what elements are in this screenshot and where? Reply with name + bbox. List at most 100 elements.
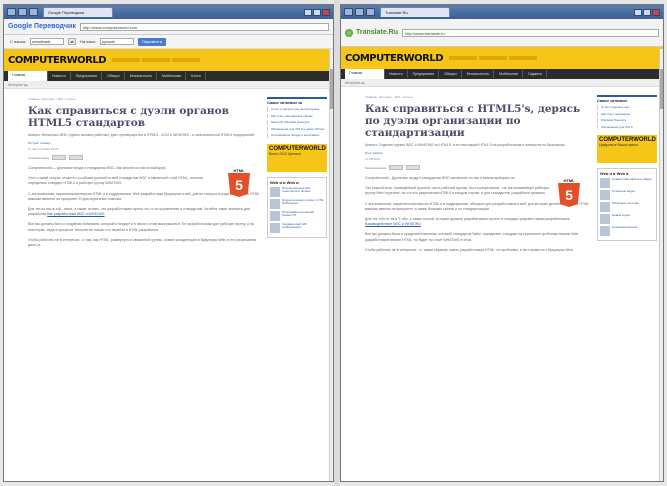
maximize-icon[interactable] <box>313 8 321 16</box>
article-headline: Как справиться с дуэли органов HTML5 ста… <box>28 105 229 129</box>
scrollbar[interactable] <box>329 49 333 481</box>
list-item[interactable]: Отчет о кризисе цен <box>597 105 657 110</box>
reload-icon[interactable] <box>366 8 375 16</box>
nav-item[interactable]: Обзоры <box>440 70 462 78</box>
list-item[interactable]: Сертификаты Google и контрмеры <box>267 133 327 138</box>
share-button[interactable] <box>51 155 66 160</box>
site-nav: Главная Новости Предприятия Обзоры Безоп… <box>4 71 333 81</box>
list-item[interactable]: Новые курсы <box>600 213 654 224</box>
minimize-icon[interactable] <box>304 8 312 16</box>
list-item[interactable]: Обновление для iOS 6 и новых iPhone <box>267 126 327 131</box>
breadcrumb[interactable]: Главная › Интернет › Веб › Статьи <box>28 97 261 101</box>
nav-item[interactable]: Блоги <box>187 72 206 80</box>
sub-nav[interactable]: Интернет ▸▸ <box>341 79 663 87</box>
html5-shield-icon: 5 <box>228 173 250 197</box>
left-titlebar: Google Переводчик <box>4 5 333 19</box>
article-byline[interactable]: Грегг Кейзер <box>365 151 591 155</box>
header-links <box>449 56 537 60</box>
breadcrumb[interactable]: Главная › Интернет › Веб › Статьи <box>365 95 591 99</box>
right-sidebar: Самые читаемые Отчет о кризисе цен Как с… <box>597 95 657 258</box>
right-address-bar[interactable]: http://www.translate.ru <box>402 28 659 37</box>
print-button[interactable] <box>68 155 83 160</box>
left-address-bar[interactable]: http://www.computerworld.com <box>79 22 329 31</box>
back-icon[interactable] <box>7 8 16 16</box>
sidebar-ad[interactable]: COMPUTERWORLD Всего 2012 Ценные <box>267 143 327 172</box>
comments-link[interactable]: 2 комментария <box>28 156 49 160</box>
right-page: Главная › Интернет › Веб › Статьи Как сп… <box>341 87 663 258</box>
list-item[interactable]: Программа отношений бизнес ИТ <box>270 210 324 221</box>
article-link[interactable]: Взаимодействие W3C и WHATWG <box>365 222 421 226</box>
list-item[interactable]: Создание веб API конференции <box>270 222 324 233</box>
site-header: COMPUTERWORLD <box>4 49 333 71</box>
left-page: Главная › Интернет › Веб › Статьи Как сп… <box>4 89 333 253</box>
share-bar: Рекомендовать <box>365 165 591 170</box>
print-button[interactable] <box>406 165 421 170</box>
from-language-select[interactable]: английский <box>30 38 65 45</box>
article-body: HTML 5 Computerworld — дуэльные входа к … <box>28 166 261 248</box>
list-item[interactable]: Открытые видео <box>600 189 654 200</box>
left-tab[interactable]: Google Переводчик <box>43 7 113 17</box>
right-toolbar: Translate.Ru http://www.translate.ru <box>341 19 663 47</box>
header-links <box>112 58 200 62</box>
sub-nav[interactable]: Интернет ▸▸ <box>4 81 333 89</box>
translate-button[interactable]: Перевести <box>138 37 166 46</box>
minimize-icon[interactable] <box>634 8 642 16</box>
list-item[interactable]: Windows 8 выпуск <box>597 118 657 123</box>
list-item[interactable]: Совместная работа в сфере <box>600 177 654 188</box>
list-item[interactable]: Обновление для iOS 6 <box>597 124 657 129</box>
nav-home-tab[interactable]: Главная <box>8 71 48 81</box>
nav-item[interactable]: Безопасность <box>126 72 158 80</box>
nav-item[interactable]: Мобильные <box>158 72 187 80</box>
article-byline[interactable]: По Грегг Кейзер <box>28 141 261 145</box>
nav-item[interactable]: Обзоры <box>103 72 125 80</box>
webinar-title: Web и в Web в <box>600 171 629 176</box>
sidebar-ad[interactable]: COMPUTERWORLD Цифровые Ваша газета <box>597 135 657 163</box>
recommend-link[interactable]: Рекомендовать <box>365 166 386 170</box>
swap-languages-button[interactable]: ⇄ <box>68 38 77 45</box>
nav-item[interactable]: Новости <box>48 72 71 80</box>
list-item[interactable]: Как стать партнером в облаке <box>267 113 327 118</box>
reload-icon[interactable] <box>29 8 38 16</box>
globe-icon <box>345 28 353 37</box>
nav-item[interactable]: Новости <box>385 70 408 78</box>
translate-ru-logo[interactable]: Translate.Ru <box>345 28 398 37</box>
close-icon[interactable] <box>652 8 660 16</box>
left-sidebar: Самые читаемые за Отчет о кризисе цен на… <box>267 97 327 253</box>
forward-icon[interactable] <box>18 8 27 16</box>
forward-icon[interactable] <box>355 8 364 16</box>
share-button[interactable] <box>389 165 404 170</box>
right-window-controls <box>634 8 660 16</box>
list-item[interactable]: Облачные системы <box>600 201 654 212</box>
back-icon[interactable] <box>344 8 353 16</box>
nav-item[interactable]: Предприятия <box>72 72 103 80</box>
list-item[interactable]: Семинары весной <box>600 225 654 236</box>
right-article: Главная › Интернет › Веб › Статьи Как сп… <box>365 95 591 258</box>
right-titlebar: Translate.Ru <box>341 5 663 19</box>
share-bar: 2 комментария <box>28 155 261 160</box>
left-article: Главная › Интернет › Веб › Статьи Как сп… <box>28 97 261 253</box>
site-logo[interactable]: COMPUTERWORLD <box>345 53 444 64</box>
article-link[interactable]: Как разработчики W3C и WHATWG <box>47 212 104 216</box>
to-label: На язык: <box>80 39 97 44</box>
article-lead: Анализ: Отделяя группы W3C и WHATWG по H… <box>365 143 565 147</box>
nav-item[interactable]: Мобильные <box>495 70 524 78</box>
nav-home-tab[interactable]: Главная <box>345 69 385 79</box>
maximize-icon[interactable] <box>643 8 651 16</box>
from-label: С языка: <box>10 39 27 44</box>
list-item[interactable]: Microsoft Windows 8 выпуск <box>267 120 327 125</box>
close-icon[interactable] <box>322 8 330 16</box>
left-browser-window: Google Переводчик Google Переводчик http… <box>3 4 334 482</box>
list-item[interactable]: Как стать партнером <box>597 111 657 116</box>
article-headline: Как справиться с HTML5's, дерясь по дуэл… <box>365 103 581 139</box>
nav-item[interactable]: Безопасность <box>463 70 495 78</box>
most-read-box: Самые читаемые Отчет о кризисе цен Как с… <box>597 95 657 129</box>
list-item[interactable]: Отчет о кризисе цен на сенсорные <box>267 107 327 112</box>
nav-item[interactable]: Предприятия <box>409 70 440 78</box>
list-item[interactable]: Открытое видео прямо с CTE мобильные <box>270 198 324 209</box>
site-logo[interactable]: COMPUTERWORLD <box>8 55 107 66</box>
scrollbar[interactable] <box>659 49 663 481</box>
list-item[interactable]: Потенциальные веб-технологии и бизнес <box>270 186 324 197</box>
right-tab[interactable]: Translate.Ru <box>380 7 450 17</box>
nav-item[interactable]: Гаджеты <box>524 70 548 78</box>
to-language-select[interactable]: русский <box>100 38 135 45</box>
